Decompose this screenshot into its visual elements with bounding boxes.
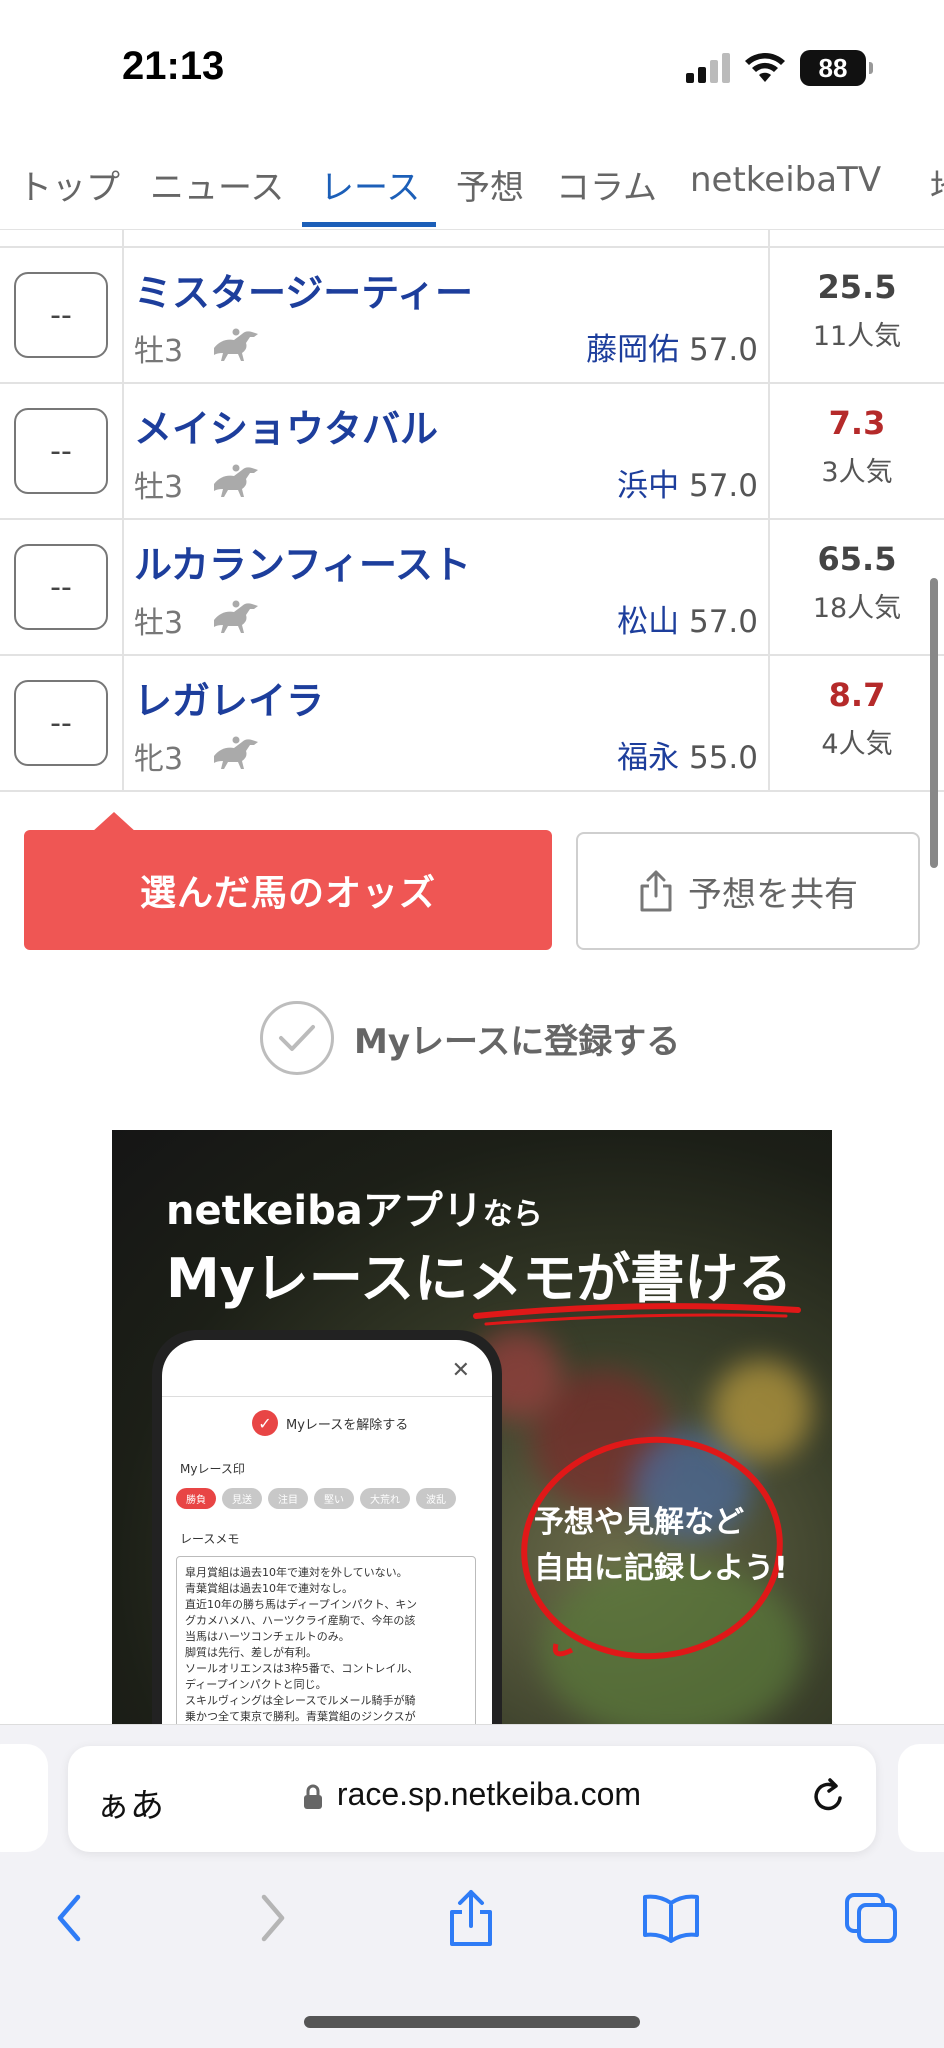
browser-toolbar xyxy=(0,1868,944,1968)
racehorse-icon xyxy=(214,736,258,769)
horse-name-link[interactable]: ミスタージーティー xyxy=(134,262,473,317)
share-page-button[interactable] xyxy=(436,1886,506,1950)
horse-row: -- ルカランフィースト 牡3 松山 57.0 65.5 18人気 xyxy=(0,520,944,656)
forward-button[interactable] xyxy=(238,1886,308,1950)
carried-weight: 57.0 xyxy=(688,468,758,504)
reload-icon[interactable] xyxy=(808,1776,848,1818)
horse-row: -- ミスタージーティー 牡3 藤岡佑 57.0 25.5 11人気 xyxy=(0,248,944,384)
carried-weight: 57.0 xyxy=(688,604,758,640)
table-row-partial xyxy=(0,230,944,248)
share-icon xyxy=(450,1890,492,1946)
phone-chips: 勝負 見送 注目 堅い 大荒れ 波乱 xyxy=(176,1488,456,1509)
odds-value: 65.5 xyxy=(817,540,897,578)
phone-unregister: ✓ Myレースを解除する xyxy=(252,1410,408,1436)
racehorse-icon xyxy=(214,600,258,633)
mark-selector[interactable]: -- xyxy=(14,544,108,630)
tab-prediction[interactable]: 予想 xyxy=(456,160,524,209)
address-bar[interactable]: ぁあ race.sp.netkeiba.com xyxy=(68,1746,876,1852)
url-display[interactable]: race.sp.netkeiba.com xyxy=(68,1776,876,1813)
jockey-info: 福永 55.0 xyxy=(617,732,758,777)
tabs-icon xyxy=(845,1893,897,1943)
popularity-rank: 11人気 xyxy=(812,321,902,352)
odds-value: 25.5 xyxy=(817,268,897,306)
horse-sex-age: 牡3 xyxy=(134,470,184,505)
signal-icon xyxy=(686,53,730,83)
horse-sex-age: 牡3 xyxy=(134,606,184,641)
tab-netkeibatv[interactable]: netkeibaTV xyxy=(690,160,881,200)
tooltip-pointer xyxy=(92,812,136,832)
tab-chiho[interactable]: 地 xyxy=(930,160,944,209)
odds-value: 7.3 xyxy=(828,404,886,442)
chevron-right-icon xyxy=(261,1894,285,1942)
myrace-register-label: Myレースに登録する xyxy=(354,1021,681,1062)
jockey-name[interactable]: 福永 xyxy=(617,740,679,776)
scrollbar[interactable] xyxy=(930,578,938,868)
mark-selector[interactable]: -- xyxy=(14,680,108,766)
banner-callout: 予想や見解など 自由に記録しよう! xyxy=(534,1505,788,1586)
nav-tabs: トップ ニュース レース 予想 コラム netkeibaTV 地 xyxy=(0,150,944,230)
tab-column[interactable]: コラム xyxy=(556,160,657,209)
popularity-rank: 3人気 xyxy=(821,457,893,488)
check-icon: ✓ xyxy=(252,1410,278,1436)
phone-memo: 皐月賞組は過去10年で連対を外していない。 青葉賞組は過去10年で連対なし。 直… xyxy=(176,1556,476,1750)
url-text: race.sp.netkeiba.com xyxy=(336,1776,642,1812)
carried-weight: 55.0 xyxy=(688,740,758,776)
popularity-rank: 18人気 xyxy=(812,593,902,624)
check-icon xyxy=(260,1001,334,1075)
jockey-name[interactable]: 松山 xyxy=(617,604,679,640)
red-underline-decoration xyxy=(473,1303,801,1326)
battery-indicator: 88 xyxy=(800,50,873,86)
phone-mockup: ✕ ✓ Myレースを解除する Myレース印 勝負 見送 注目 堅い 大荒れ 波乱… xyxy=(152,1330,502,1750)
selected-horse-odds-button[interactable]: 選んだ馬のオッズ xyxy=(24,830,552,950)
odds-value: 8.7 xyxy=(828,676,886,714)
status-icons: 88 xyxy=(686,50,873,86)
horse-name-link[interactable]: メイショウタバル xyxy=(134,398,438,453)
share-button-label: 予想を共有 xyxy=(688,874,858,915)
jockey-info: 浜中 57.0 xyxy=(617,460,758,505)
close-icon: ✕ xyxy=(451,1358,470,1383)
jockey-name[interactable]: 浜中 xyxy=(617,468,679,504)
home-indicator xyxy=(304,2016,640,2028)
horse-name-link[interactable]: レガレイラ xyxy=(134,670,324,725)
tab-race[interactable]: レース xyxy=(320,160,420,209)
mark-selector[interactable]: -- xyxy=(14,272,108,358)
horse-row: -- レガレイラ 牝3 福永 55.0 8.7 4人気 xyxy=(0,656,944,792)
chevron-left-icon xyxy=(57,1894,81,1942)
myrace-register-toggle[interactable]: Myレースに登録する xyxy=(260,1000,680,1076)
horse-name-link[interactable]: ルカランフィースト xyxy=(134,534,471,589)
racehorse-icon xyxy=(214,464,258,497)
share-prediction-button[interactable]: 予想を共有 xyxy=(576,832,920,950)
back-button[interactable] xyxy=(34,1886,104,1950)
active-tab-underline xyxy=(302,222,436,227)
book-icon xyxy=(643,1894,699,1943)
netkeiba-app-banner[interactable]: netkeibaアプリなら Myレースにメモが書ける ✕ ✓ Myレースを解除す… xyxy=(112,1130,832,1750)
status-time: 21:13 xyxy=(122,44,225,88)
share-icon xyxy=(640,870,672,912)
phone-memo-label: レースメモ xyxy=(180,1532,240,1546)
jockey-name[interactable]: 藤岡佑 xyxy=(586,332,679,368)
jockey-info: 松山 57.0 xyxy=(617,596,758,641)
next-tab-card[interactable] xyxy=(898,1744,944,1852)
tab-top[interactable]: トップ xyxy=(18,160,120,209)
horse-row: -- メイショウタバル 牡3 浜中 57.0 7.3 3人気 xyxy=(0,384,944,520)
racehorse-icon xyxy=(214,328,258,361)
lock-icon xyxy=(303,1784,322,1809)
previous-tab-card[interactable] xyxy=(0,1744,48,1852)
status-bar: 21:13 88 xyxy=(0,0,944,140)
banner-headline-1: netkeibaアプリなら xyxy=(166,1188,543,1234)
tabs-button[interactable] xyxy=(836,1886,906,1950)
horse-sex-age: 牝3 xyxy=(134,742,184,777)
wifi-icon xyxy=(745,53,785,82)
popularity-rank: 4人気 xyxy=(821,729,893,760)
mark-selector[interactable]: -- xyxy=(14,408,108,494)
carried-weight: 57.0 xyxy=(688,332,758,368)
tab-news[interactable]: ニュース xyxy=(150,160,284,209)
bookmarks-button[interactable] xyxy=(636,1886,706,1950)
jockey-info: 藤岡佑 57.0 xyxy=(586,324,758,369)
horse-sex-age: 牡3 xyxy=(134,334,184,369)
phone-mark-label: Myレース印 xyxy=(180,1462,245,1476)
page: 21:13 88 トップ ニュース レース 予想 コラム netkeibaTV … xyxy=(0,0,944,2048)
